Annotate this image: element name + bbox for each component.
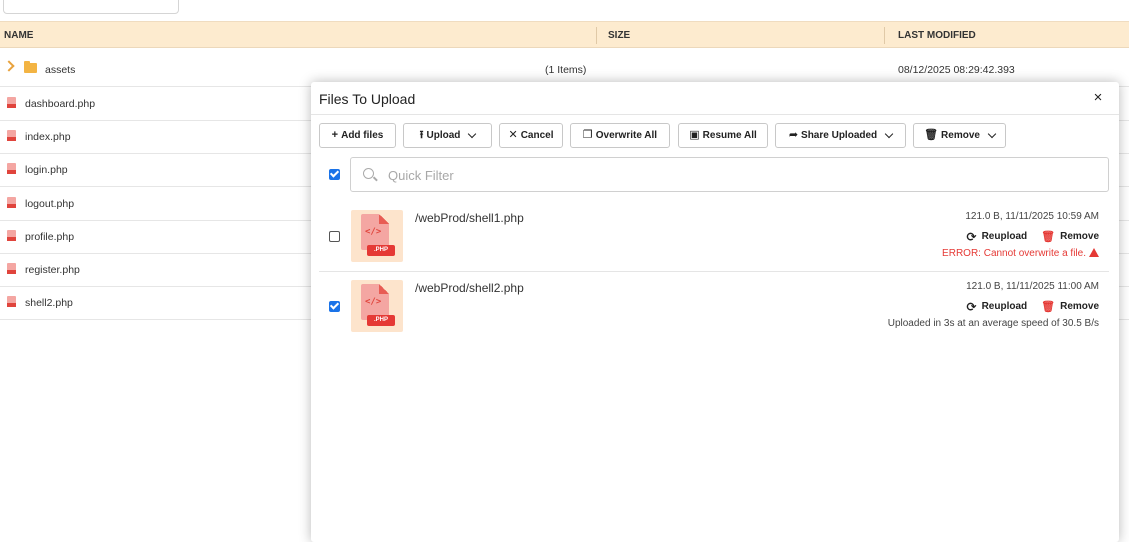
column-name[interactable]: NAME (4, 30, 33, 41)
chevron-down-icon (468, 129, 477, 139)
php-file-icon (7, 230, 16, 241)
trash-icon: 🗑 (924, 129, 939, 141)
column-size[interactable]: SIZE (608, 30, 630, 41)
item-path: /webProd/shell2.php (415, 281, 524, 295)
php-badge: .PHP (367, 315, 395, 326)
refresh-icon: ⟳ (966, 299, 977, 314)
remove-item-button[interactable]: 🗑 Remove (1041, 300, 1099, 313)
folder-icon (24, 61, 37, 73)
upload-dialog: Files To Upload × + Add files ⭱ Upload ✕… (311, 82, 1119, 542)
file-name: dashboard.php (25, 98, 96, 110)
divider (319, 271, 1109, 272)
php-file-icon (7, 97, 16, 108)
php-badge: .PHP (367, 245, 395, 256)
php-file-icon (7, 163, 16, 174)
warning-icon (1089, 248, 1099, 257)
file-list-header: NAME SIZE LAST MODIFIED (0, 21, 1129, 48)
remove-button[interactable]: 🗑 Remove (913, 123, 1006, 148)
quick-filter-input[interactable] (386, 166, 1086, 184)
upload-icon: ⭱ (419, 129, 424, 141)
file-name: register.php (25, 264, 80, 276)
quick-filter (350, 157, 1109, 192)
column-last-modified[interactable]: LAST MODIFIED (898, 30, 976, 41)
item-meta: 121.0 B, 11/11/2025 10:59 AM (965, 211, 1099, 222)
php-file-icon (7, 197, 16, 208)
x-icon: ✕ (508, 129, 518, 141)
files-icon: ▣ (689, 129, 700, 141)
file-name: shell2.php (25, 297, 73, 309)
chevron-down-icon (884, 129, 894, 139)
resume-all-button[interactable]: ▣ Resume All (678, 123, 768, 148)
share-arrow-icon: ➦ (788, 129, 799, 141)
overwrite-all-button[interactable]: ❐ Overwrite All (570, 123, 670, 148)
php-file-icon (7, 296, 16, 307)
php-file-icon (7, 130, 16, 141)
code-icon: </> (365, 227, 382, 237)
item-actions: ⟳ Reupload 🗑 Remove (967, 300, 1100, 314)
code-icon: </> (365, 297, 382, 307)
php-file-thumbnail: </> .PHP (351, 280, 403, 332)
file-name: profile.php (25, 231, 75, 243)
item-path: /webProd/shell1.php (415, 211, 524, 225)
close-icon[interactable]: × (1091, 89, 1105, 106)
item-checkbox[interactable] (329, 301, 340, 312)
trash-icon: 🗑 (1041, 231, 1056, 243)
plus-icon: + (331, 129, 339, 141)
column-divider[interactable] (596, 27, 597, 44)
item-status-error: ERROR: Cannot overwrite a file. (942, 248, 1099, 259)
item-checkbox[interactable] (329, 231, 340, 242)
file-name: index.php (25, 131, 71, 143)
item-meta: 121.0 B, 11/11/2025 11:00 AM (966, 281, 1099, 292)
share-uploaded-button[interactable]: ➦ Share Uploaded (775, 123, 906, 148)
php-file-icon (7, 263, 16, 274)
column-divider[interactable] (884, 27, 885, 44)
select-all-checkbox[interactable] (329, 169, 340, 180)
reupload-button[interactable]: ⟳ Reupload (967, 231, 1028, 243)
chevron-down-icon (987, 129, 997, 139)
item-actions: ⟳ Reupload 🗑 Remove (967, 230, 1100, 244)
path-input[interactable] (3, 0, 179, 14)
dialog-title: Files To Upload (319, 91, 416, 107)
file-name: logout.php (25, 198, 75, 210)
folder-name: assets (45, 64, 76, 76)
folder-modified: 08/12/2025 08:29:42.393 (898, 64, 1015, 76)
chevron-right-icon[interactable] (3, 60, 15, 72)
remove-item-button[interactable]: 🗑 Remove (1041, 230, 1099, 243)
add-files-button[interactable]: + Add files (319, 123, 396, 148)
php-file-thumbnail: </> .PHP (351, 210, 403, 262)
file-name: login.php (25, 164, 68, 176)
copy-icon: ❐ (582, 129, 593, 141)
cancel-button[interactable]: ✕ Cancel (499, 123, 563, 148)
upload-button[interactable]: ⭱ Upload (403, 123, 492, 148)
refresh-icon: ⟳ (966, 229, 977, 244)
upload-item: </> .PHP /webProd/shell1.php 121.0 B, 11… (319, 210, 1109, 278)
upload-item: </> .PHP /webProd/shell2.php 121.0 B, 11… (319, 280, 1109, 348)
reupload-button[interactable]: ⟳ Reupload (967, 301, 1028, 313)
trash-icon: 🗑 (1041, 301, 1056, 313)
folder-size: (1 Items) (545, 64, 587, 76)
item-status: Uploaded in 3s at an average speed of 30… (887, 318, 1099, 329)
search-icon (363, 168, 374, 179)
divider (311, 114, 1119, 115)
